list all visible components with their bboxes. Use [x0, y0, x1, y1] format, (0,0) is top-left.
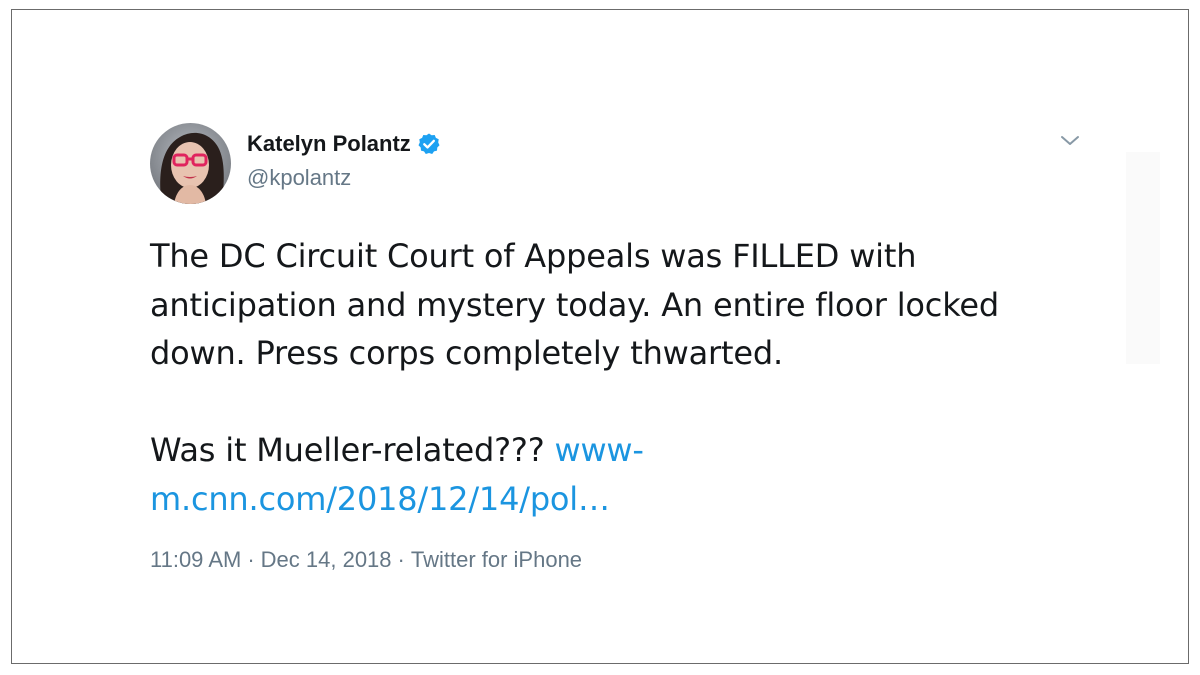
tweet-date[interactable]: Dec 14, 2018: [261, 547, 392, 572]
scroll-shadow: [1126, 152, 1160, 364]
tweet-line: down. Press corps completely thwarted.: [150, 334, 783, 372]
tweet-line: The DC Circuit Court of Appeals was FILL…: [150, 237, 917, 275]
tweet-source: Twitter for iPhone: [410, 547, 583, 572]
paragraph-break: [150, 378, 1110, 427]
tweet-meta: 11:09 AM · Dec 14, 2018 · Twitter for iPhone: [150, 547, 582, 573]
author-name-text[interactable]: Katelyn Polantz: [247, 131, 411, 157]
tweet-line: Was it Mueller-related??? www-: [150, 426, 1110, 475]
author-handle[interactable]: @kpolantz: [247, 165, 351, 191]
verified-badge-icon: [417, 132, 441, 156]
tweet-link[interactable]: www-: [554, 431, 643, 469]
meta-separator: ·: [397, 547, 405, 572]
avatar-image: [150, 123, 231, 204]
tweet-line: anticipation and mystery today. An entir…: [150, 285, 999, 324]
chevron-down-icon[interactable]: [1059, 133, 1081, 149]
tweet-question: Was it Mueller-related???: [150, 431, 555, 469]
meta-separator: ·: [247, 547, 255, 572]
author-name[interactable]: Katelyn Polantz: [247, 131, 441, 157]
tweet-link-continued[interactable]: m.cnn.com/2018/12/14/pol…: [150, 480, 610, 518]
tweet-time[interactable]: 11:09 AM: [150, 547, 241, 572]
tweet-text: The DC Circuit Court of Appeals was FILL…: [150, 232, 1110, 523]
avatar[interactable]: [150, 123, 231, 204]
tweet-line: m.cnn.com/2018/12/14/pol…: [150, 475, 1110, 524]
